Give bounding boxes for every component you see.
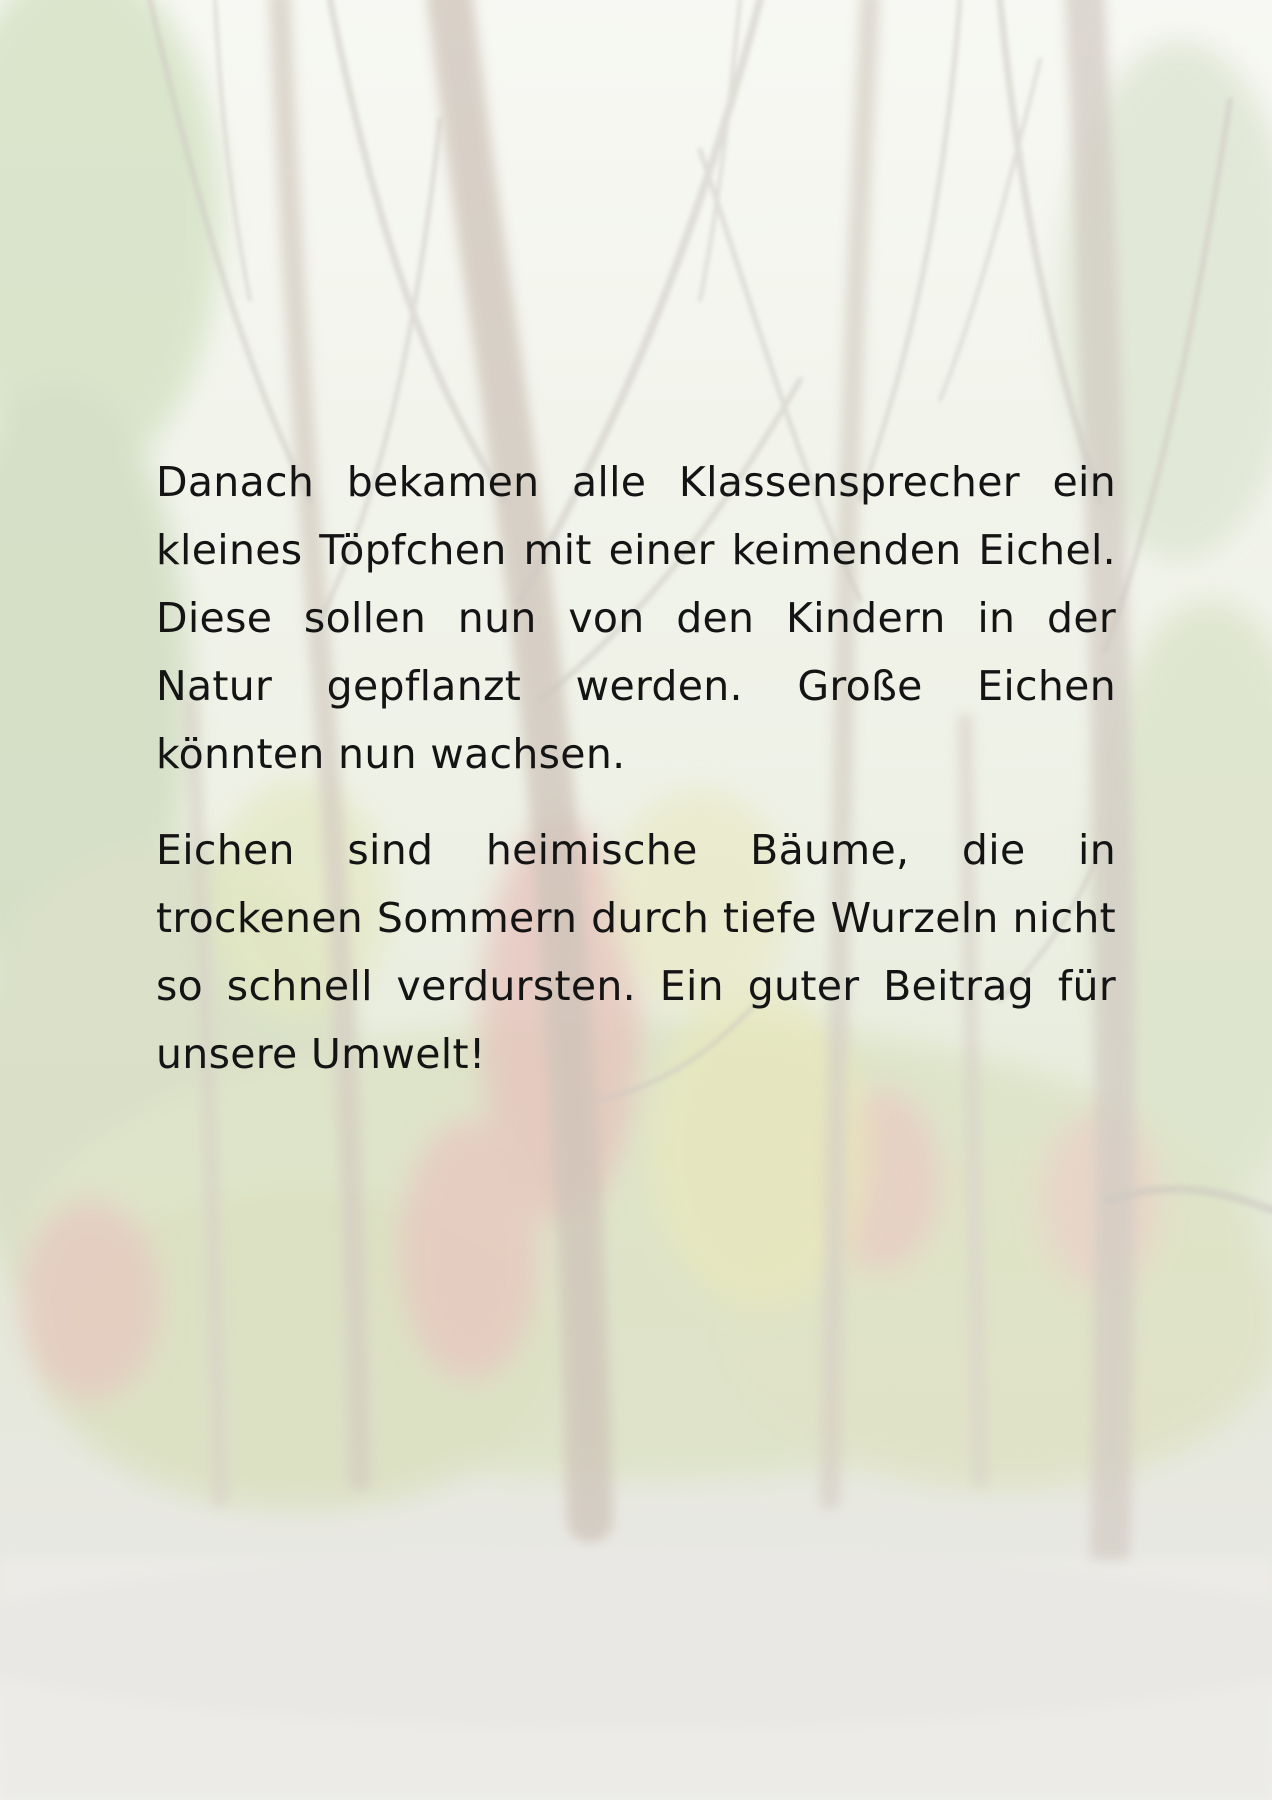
paragraph-2: Eichen sind heimische Bäume, die in troc… [156,826,1116,1078]
document-page: Danach bekamen alle Klassensprecher ein … [0,0,1272,1800]
paragraph-1: Danach bekamen alle Klassensprecher ein … [156,458,1116,778]
article-text: Danach bekamen alle Klassensprecher ein … [156,448,1116,1116]
